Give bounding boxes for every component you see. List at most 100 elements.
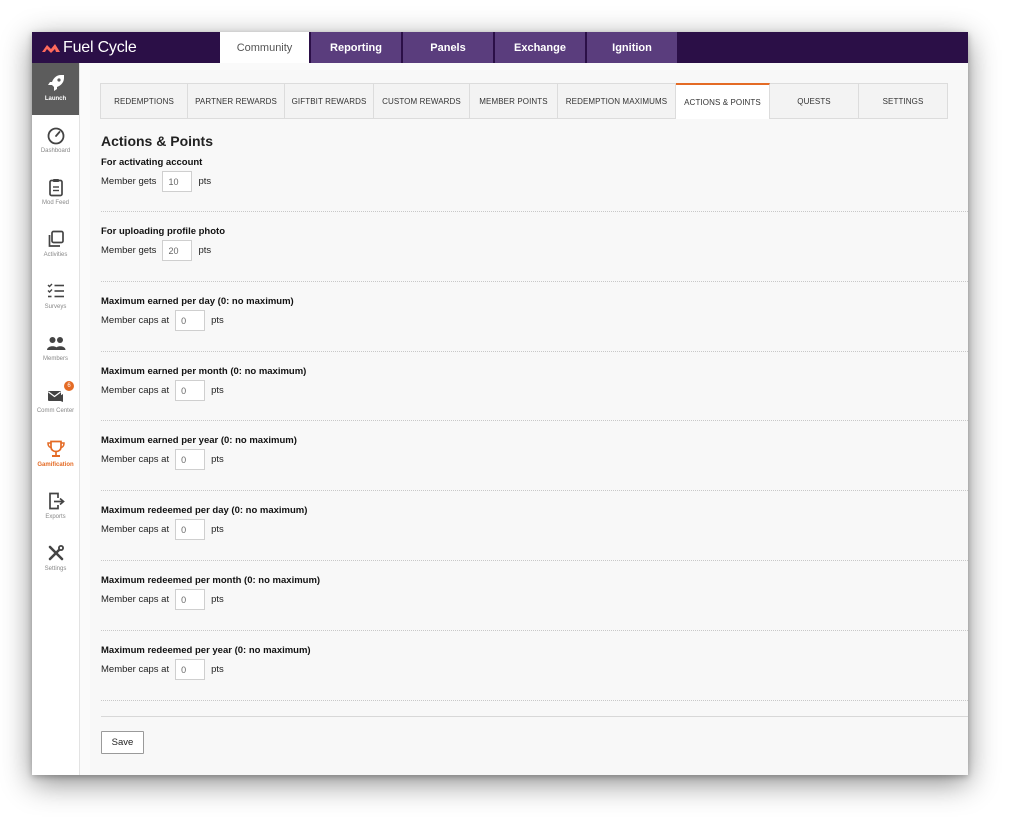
tab-partner-rewards[interactable]: PARTNER REWARDS — [188, 84, 285, 118]
nav-tab-community[interactable]: Community — [220, 32, 309, 63]
brand-logo[interactable]: Fuel Cycle — [42, 32, 137, 63]
tab-giftbit-rewards[interactable]: GIFTBIT REWARDS — [285, 84, 374, 118]
checklist-icon — [47, 283, 64, 298]
app-window: Fuel Cycle Community Reporting Panels Ex… — [32, 32, 968, 775]
section-row: Member caps at pts — [101, 519, 224, 540]
section-row: Member caps at pts — [101, 449, 224, 470]
tab-actions-points[interactable]: ACTIONS & POINTS — [676, 83, 770, 119]
fuel-cycle-logo-icon — [42, 43, 60, 53]
section-title: Maximum earned per month (0: no maximum) — [101, 366, 307, 377]
tab-settings[interactable]: SETTINGS — [859, 84, 947, 118]
row-prefix: Member caps at — [101, 385, 170, 396]
tab-label: REDEMPTION MAXIMUMS — [565, 96, 668, 106]
nav-tab-label: Ignition — [612, 41, 652, 54]
main-content: REDEMPTIONS PARTNER REWARDS GIFTBIT REWA… — [90, 70, 968, 775]
section-row: Member caps at pts — [101, 380, 224, 401]
sidebar: Launch Dashboard Mod Feed Activities Sur… — [32, 63, 80, 775]
members-icon — [46, 337, 65, 350]
points-input-activating-account[interactable] — [162, 171, 193, 192]
tab-redemption-maximums[interactable]: REDEMPTION MAXIMUMS — [558, 84, 676, 118]
row-prefix: Member caps at — [101, 454, 170, 465]
cap-input-max-redeemed-year[interactable] — [175, 659, 206, 680]
sidebar-item-label: Exports — [45, 514, 66, 520]
row-suffix: pts — [211, 524, 224, 535]
nav-tab-exchange[interactable]: Exchange — [495, 32, 585, 63]
notification-badge: 6 — [64, 381, 74, 391]
sidebar-item-label: Launch — [44, 96, 67, 102]
tab-custom-rewards[interactable]: CUSTOM REWARDS — [374, 84, 470, 118]
row-suffix: pts — [211, 594, 224, 605]
row-suffix: pts — [211, 385, 224, 396]
sidebar-item-surveys[interactable]: Surveys — [32, 271, 79, 323]
sidebar-item-launch[interactable]: Launch — [32, 63, 79, 115]
nav-tab-label: Panels — [430, 41, 466, 54]
cap-input-max-redeemed-month[interactable] — [175, 589, 206, 610]
row-suffix: pts — [198, 176, 212, 187]
section-row: Member caps at pts — [101, 589, 224, 610]
sidebar-item-label: Mod Feed — [41, 200, 69, 206]
section-title: For uploading profile photo — [101, 226, 226, 237]
section-title: Maximum earned per day (0: no maximum) — [101, 296, 294, 307]
nav-tab-reporting[interactable]: Reporting — [311, 32, 401, 63]
tab-label: MEMBER POINTS — [479, 96, 548, 106]
nav-tab-label: Community — [236, 41, 293, 54]
tab-redemptions[interactable]: REDEMPTIONS — [101, 84, 188, 118]
top-nav: Community Reporting Panels Exchange Igni… — [220, 32, 679, 63]
sidebar-item-label: Gamification — [37, 462, 74, 468]
tab-member-points[interactable]: MEMBER POINTS — [470, 84, 558, 118]
setting-section-max-earned-day: Maximum earned per day (0: no maximum) M… — [101, 296, 968, 352]
nav-tab-label: Reporting — [330, 41, 382, 54]
gamification-sub-tabs: REDEMPTIONS PARTNER REWARDS GIFTBIT REWA… — [100, 83, 948, 119]
row-suffix: pts — [211, 454, 224, 465]
setting-section-max-earned-year: Maximum earned per year (0: no maximum) … — [101, 435, 968, 491]
tab-label: SETTINGS — [882, 96, 924, 106]
sidebar-item-label: Dashboard — [40, 148, 71, 154]
comm-center-icon — [47, 391, 63, 402]
save-button[interactable]: Save — [101, 731, 144, 754]
sidebar-item-label: Activities — [43, 252, 68, 258]
tab-label: PARTNER REWARDS — [195, 96, 277, 106]
sidebar-item-gamification[interactable]: Gamification — [32, 429, 79, 481]
footer-divider — [101, 716, 968, 717]
sidebar-item-settings[interactable]: Settings — [32, 533, 79, 585]
nav-tab-label: Exchange — [514, 41, 566, 54]
sidebar-item-mod-feed[interactable]: Mod Feed — [32, 167, 79, 219]
setting-section-max-earned-month: Maximum earned per month (0: no maximum)… — [101, 366, 968, 421]
brand-name: Fuel Cycle — [63, 38, 137, 56]
setting-section-max-redeemed-year: Maximum redeemed per year (0: no maximum… — [101, 645, 968, 701]
sidebar-item-label: Settings — [44, 566, 67, 572]
sidebar-item-label: Members — [42, 356, 68, 362]
row-prefix: Member gets — [101, 245, 157, 256]
section-row: Member caps at pts — [101, 659, 224, 680]
cap-input-max-earned-year[interactable] — [175, 449, 206, 470]
cap-input-max-redeemed-day[interactable] — [175, 519, 206, 540]
row-suffix: pts — [198, 245, 212, 256]
section-title: For activating account — [101, 157, 203, 168]
row-prefix: Member caps at — [101, 664, 170, 675]
setting-section-activating-account: For activating account Member gets pts — [101, 157, 968, 212]
cap-input-max-earned-month[interactable] — [175, 380, 206, 401]
section-title: Maximum redeemed per day (0: no maximum) — [101, 505, 308, 516]
tab-label: CUSTOM REWARDS — [382, 96, 461, 106]
points-input-profile-photo[interactable] — [162, 240, 193, 261]
nav-tab-ignition[interactable]: Ignition — [587, 32, 677, 63]
nav-tab-panels[interactable]: Panels — [403, 32, 493, 63]
page-title: Actions & Points — [101, 133, 214, 149]
sidebar-item-label: Surveys — [44, 304, 67, 310]
tools-icon — [48, 545, 64, 561]
rocket-icon — [47, 75, 64, 91]
tab-quests[interactable]: QUESTS — [770, 84, 859, 118]
row-suffix: pts — [211, 664, 224, 675]
sidebar-item-activities[interactable]: Activities — [32, 219, 79, 271]
sidebar-item-comm-center[interactable]: 6 Comm Center — [32, 375, 79, 427]
tab-label: GIFTBIT REWARDS — [291, 96, 367, 106]
cap-input-max-earned-day[interactable] — [175, 310, 206, 331]
tab-label: QUESTS — [797, 96, 831, 106]
section-title: Maximum redeemed per month (0: no maximu… — [101, 575, 321, 586]
setting-section-max-redeemed-day: Maximum redeemed per day (0: no maximum)… — [101, 505, 968, 561]
sidebar-item-members[interactable]: Members — [32, 323, 79, 375]
sidebar-item-dashboard[interactable]: Dashboard — [32, 115, 79, 167]
top-bar: Fuel Cycle Community Reporting Panels Ex… — [32, 32, 968, 63]
sidebar-item-exports[interactable]: Exports — [32, 481, 79, 533]
tab-label: ACTIONS & POINTS — [684, 97, 761, 107]
